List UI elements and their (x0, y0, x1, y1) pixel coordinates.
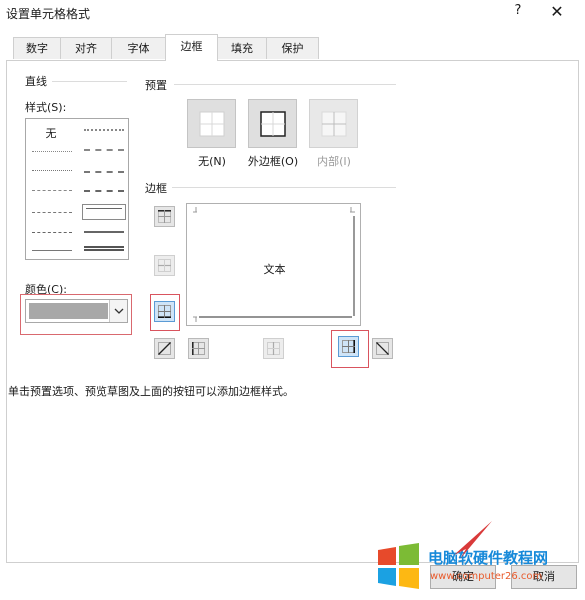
close-button[interactable]: ✕ (547, 2, 567, 22)
preset-outline-button[interactable] (248, 99, 297, 148)
border-outline-icon (260, 111, 286, 137)
diagonal-up-icon (158, 342, 171, 355)
line-style-option[interactable] (84, 129, 124, 131)
preview-text: 文本 (263, 263, 286, 276)
preset-heading: 预置 (145, 79, 167, 92)
line-style-option[interactable] (84, 231, 124, 233)
line-style-list[interactable]: 无 (25, 118, 129, 260)
preset-inside-button[interactable] (309, 99, 358, 148)
border-none-icon (199, 111, 225, 137)
border-bottom-button[interactable] (154, 301, 175, 322)
cursor-arrow-icon (454, 521, 492, 559)
line-style-option[interactable] (84, 149, 124, 151)
tab-protection[interactable]: 保护 (266, 37, 319, 59)
border-divider (172, 187, 396, 188)
line-style-option (86, 208, 122, 209)
border-inside-horizontal-icon (158, 259, 171, 272)
line-style-option[interactable] (32, 151, 72, 152)
color-swatch (29, 303, 108, 319)
hint-text: 单击预置选项、预览草图及上面的按钮可以添加边框样式。 (8, 385, 294, 398)
diagonal-down-icon (376, 342, 389, 355)
preset-none-button[interactable] (187, 99, 236, 148)
preset-outline-label: 外边框(O) (247, 155, 299, 168)
border-preview[interactable]: 文本 (186, 203, 361, 326)
border-bottom-icon (158, 305, 171, 318)
border-left-icon (192, 342, 205, 355)
line-divider (52, 81, 127, 82)
border-diagonal-up-button[interactable] (154, 338, 175, 359)
line-heading: 直线 (25, 75, 47, 88)
preset-none-label: 无(N) (198, 155, 226, 168)
line-style-option[interactable] (32, 250, 72, 251)
title-bar: 设置单元格格式 ? ✕ (0, 0, 585, 26)
line-style-option-selected[interactable] (82, 204, 126, 220)
tab-font[interactable]: 字体 (111, 37, 166, 59)
tab-alignment[interactable]: 对齐 (60, 37, 112, 59)
border-top-button[interactable] (154, 206, 175, 227)
border-right-icon (342, 340, 355, 353)
border-inside-horizontal-button[interactable] (154, 255, 175, 276)
line-style-option[interactable] (32, 232, 72, 233)
line-style-none[interactable]: 无 (36, 125, 66, 141)
border-right-button[interactable] (338, 336, 359, 357)
line-style-option[interactable] (32, 170, 72, 171)
help-button[interactable]: ? (509, 3, 527, 21)
tab-fill[interactable]: 填充 (217, 37, 267, 59)
line-style-option[interactable] (32, 212, 72, 213)
line-style-option[interactable] (84, 246, 124, 251)
chevron-down-icon[interactable] (109, 300, 127, 322)
preset-divider (174, 84, 396, 85)
border-top-icon (158, 210, 171, 223)
border-inside-icon (321, 111, 347, 137)
line-style-option[interactable] (84, 171, 124, 173)
tab-number[interactable]: 数字 (13, 37, 61, 59)
color-dropdown[interactable] (25, 299, 128, 323)
line-style-option[interactable] (32, 190, 72, 191)
window-title: 设置单元格格式 (6, 7, 91, 21)
style-label: 样式(S): (25, 101, 67, 114)
border-inside-vertical-icon (267, 342, 280, 355)
border-left-button[interactable] (188, 338, 209, 359)
line-style-option[interactable] (84, 190, 124, 192)
windows-logo-icon (378, 543, 419, 589)
tab-border[interactable]: 边框 (165, 34, 218, 61)
preset-inside-label: 内部(I) (317, 155, 351, 168)
border-diagonal-down-button[interactable] (372, 338, 393, 359)
border-heading: 边框 (145, 182, 167, 195)
border-inside-vertical-button[interactable] (263, 338, 284, 359)
